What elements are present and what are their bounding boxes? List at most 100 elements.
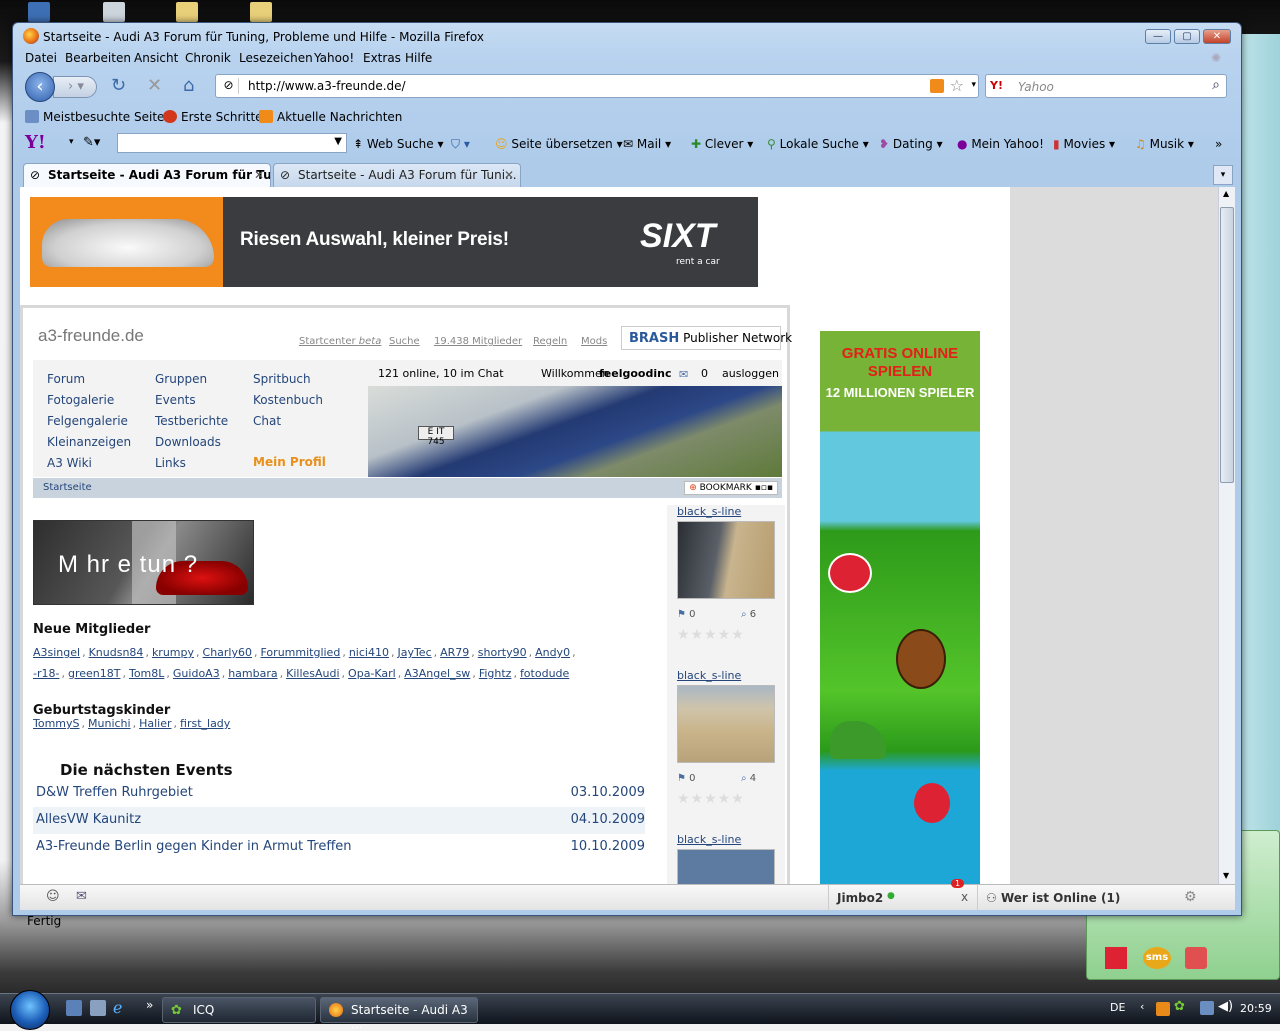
forward-button[interactable]: › ▾ xyxy=(53,76,97,98)
member-link[interactable]: Charly60 xyxy=(203,646,252,659)
gallery-title[interactable]: black_s-line xyxy=(677,505,741,518)
pencil-icon[interactable]: ✎▾ xyxy=(83,135,100,150)
gallery-image[interactable] xyxy=(677,685,775,763)
nav-fotogalerie[interactable]: Fotogalerie xyxy=(47,393,114,407)
member-link[interactable]: -r18- xyxy=(33,667,59,680)
site-logo[interactable]: a3-freunde.de xyxy=(38,326,144,346)
tab-startseite-1[interactable]: ⊘ Startseite - Audi A3 Forum für Tu... ✕ xyxy=(23,163,271,187)
bookmark-share-button[interactable]: ⊕ BOOKMARK ▪▫▪ xyxy=(684,481,778,495)
yahoo-dating[interactable]: ❥ Dating ▾ xyxy=(879,137,943,151)
event-name[interactable]: D&W Treffen Ruhrgebiet xyxy=(36,785,193,800)
bookmark-meistbesuchte[interactable]: Meistbesuchte Seiten xyxy=(25,110,172,124)
member-link[interactable]: shorty90 xyxy=(478,646,527,659)
member-link[interactable]: GuidoA3 xyxy=(173,667,220,680)
tab-list-button[interactable]: ▾ xyxy=(1213,165,1233,185)
member-link[interactable]: KillesAudi xyxy=(286,667,339,680)
tv-icon[interactable] xyxy=(1105,947,1127,969)
member-link[interactable]: Opa-Karl xyxy=(348,667,396,680)
mail-icon[interactable]: ✉ xyxy=(76,889,87,904)
yahoo-lokale-suche[interactable]: ⚲ Lokale Suche ▾ xyxy=(767,137,869,151)
game-side-ad[interactable]: GRATIS ONLINE SPIELEN 12 MILLIONEN SPIEL… xyxy=(820,331,980,884)
yahoo-mein-yahoo[interactable]: ● Mein Yahoo! xyxy=(957,137,1044,151)
gift-icon[interactable] xyxy=(1185,947,1207,969)
site-identity-icon[interactable]: ⊘ xyxy=(219,78,239,94)
yahoo-movies[interactable]: ▮ Movies ▾ xyxy=(1053,137,1115,151)
scroll-up-icon[interactable]: ▲ xyxy=(1223,189,1229,198)
nav-gruppen[interactable]: Gruppen xyxy=(155,372,207,386)
sixt-banner-ad[interactable]: Riesen Auswahl, kleiner Preis! SIXT rent… xyxy=(30,197,758,287)
recycle-bin-icon[interactable] xyxy=(103,2,125,22)
event-row[interactable]: D&W Treffen Ruhrgebiet 03.10.2009 xyxy=(33,780,645,807)
nav-spritbuch[interactable]: Spritbuch xyxy=(253,372,311,386)
envelope-icon[interactable]: ✉ xyxy=(679,368,688,381)
reload-icon[interactable]: ↻ xyxy=(111,77,126,95)
scroll-down-icon[interactable]: ▼ xyxy=(1223,871,1229,880)
yahoo-clever[interactable]: ✚ Clever ▾ xyxy=(691,137,753,151)
url-bar[interactable]: ⊘ http://www.a3-freunde.de/ ☆ ▾ xyxy=(215,74,979,98)
menu-datei[interactable]: Datei xyxy=(25,51,57,65)
member-link[interactable]: A3Angel_sw xyxy=(404,667,470,680)
logout-link[interactable]: ausloggen xyxy=(722,367,779,380)
yahoo-logo-icon[interactable]: Y! xyxy=(25,132,59,154)
member-link[interactable]: JayTec xyxy=(397,646,431,659)
tab-close-icon[interactable]: ✕ xyxy=(504,168,514,182)
bookmark-aktuelle-nachrichten[interactable]: Aktuelle Nachrichten xyxy=(259,110,402,124)
tab-close-icon[interactable]: ✕ xyxy=(254,168,264,182)
stop-icon[interactable]: ✕ xyxy=(147,77,162,95)
link-mods[interactable]: Mods xyxy=(581,336,607,347)
nav-mein-profil[interactable]: Mein Profil xyxy=(253,455,326,469)
bookmark-star-icon[interactable]: ☆ xyxy=(950,76,964,95)
taskbar-icq[interactable]: ✿ ICQ xyxy=(162,997,316,1023)
user-icon[interactable]: ☺ xyxy=(46,889,60,904)
member-link[interactable]: Tom8L xyxy=(129,667,164,680)
member-link[interactable]: nici410 xyxy=(349,646,389,659)
gallery-title[interactable]: black_s-line xyxy=(677,669,741,682)
nav-testberichte[interactable]: Testberichte xyxy=(155,414,228,428)
gallery-item[interactable]: black_s-line xyxy=(677,833,775,884)
tab-startseite-2[interactable]: ⊘ Startseite - Audi A3 Forum für Tuni...… xyxy=(273,163,521,187)
menu-bearbeiten[interactable]: Bearbeiten xyxy=(65,51,131,65)
member-link[interactable]: Munichi xyxy=(88,717,131,730)
gallery-item[interactable]: black_s-line ⚑ 0 ⌕ 4 ★★★★★ xyxy=(677,669,775,807)
sms-icon[interactable]: sms xyxy=(1143,947,1171,969)
nav-kleinanzeigen[interactable]: Kleinanzeigen xyxy=(47,435,131,449)
home-icon[interactable]: ⌂ xyxy=(183,77,194,95)
computer-icon[interactable] xyxy=(28,2,50,22)
volume-icon[interactable]: ◀) xyxy=(1218,999,1233,1014)
rating-stars[interactable]: ★★★★★ xyxy=(677,627,745,643)
chat-user[interactable]: Jimbo2 xyxy=(837,891,883,905)
minimize-button[interactable]: — xyxy=(1145,29,1171,44)
member-link[interactable]: Halier xyxy=(139,717,171,730)
nav-events[interactable]: Events xyxy=(155,393,196,407)
menu-hilfe[interactable]: Hilfe xyxy=(405,51,432,65)
gallery-image[interactable] xyxy=(677,849,775,884)
maximize-button[interactable]: ▢ xyxy=(1174,29,1200,44)
member-link[interactable]: TommyS xyxy=(33,717,80,730)
folder-icon[interactable] xyxy=(176,2,198,22)
link-suche[interactable]: Suche xyxy=(389,336,420,347)
switch-windows-icon[interactable] xyxy=(90,1000,106,1016)
link-startcenter[interactable]: Startcenter beta xyxy=(299,336,381,347)
internet-explorer-icon[interactable]: ℯ xyxy=(113,998,122,1017)
breadcrumb-startseite[interactable]: Startseite xyxy=(43,482,92,493)
rss-icon[interactable] xyxy=(930,79,944,93)
nav-forum[interactable]: Forum xyxy=(47,372,85,386)
language-indicator[interactable]: DE xyxy=(1110,1001,1125,1014)
yahoo-mail[interactable]: ✉ Mail ▾ xyxy=(623,137,671,151)
title-bar[interactable]: Startseite - Audi A3 Forum für Tuning, P… xyxy=(13,23,1241,49)
tray-icq-icon[interactable]: ✿ xyxy=(1174,999,1185,1014)
yahoo-musik[interactable]: ♫ Musik ▾ xyxy=(1135,137,1194,151)
gallery-title[interactable]: black_s-line xyxy=(677,833,741,846)
brash-publisher-badge[interactable]: BRASH Publisher Network xyxy=(621,326,792,350)
member-link[interactable]: first_lady xyxy=(180,717,230,730)
folder-icon[interactable] xyxy=(250,2,272,22)
show-desktop-icon[interactable] xyxy=(66,1000,82,1016)
event-row[interactable]: AllesVW Kaunitz 04.10.2009 xyxy=(33,807,645,834)
search-box[interactable]: Y! Yahoo ⌕ xyxy=(985,74,1227,98)
url-dropdown-icon[interactable]: ▾ xyxy=(971,80,976,90)
online-count[interactable]: 121 online, 10 im Chat xyxy=(378,367,504,380)
tray-expand-icon[interactable]: ‹ xyxy=(1140,1000,1144,1013)
taskbar-firefox[interactable]: Startseite - Audi A3 ... xyxy=(320,997,478,1031)
vertical-scrollbar[interactable]: ▲ ▼ xyxy=(1218,187,1235,884)
nav-felgengalerie[interactable]: Felgengalerie xyxy=(47,414,128,428)
